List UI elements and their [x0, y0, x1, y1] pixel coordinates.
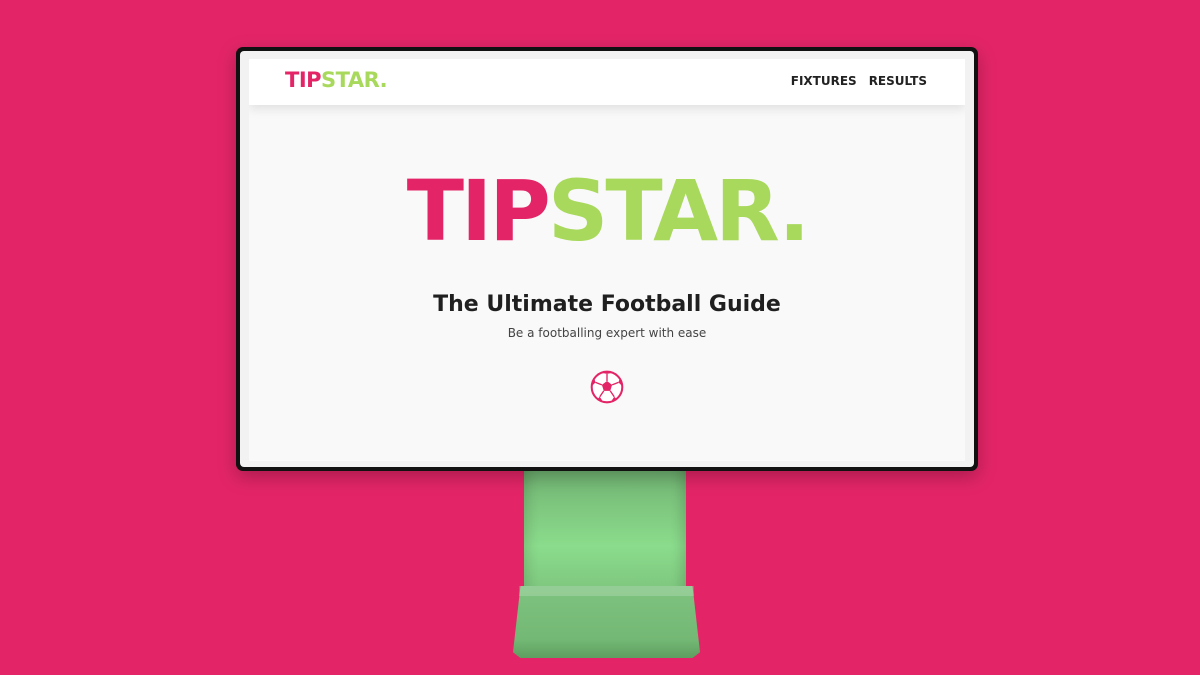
hero-subtitle: Be a footballing expert with ease [507, 326, 707, 340]
nav-links: FIXTURES RESULTS [791, 73, 927, 89]
hero-logo-part1: TIP [406, 162, 551, 260]
nav-logo-part1: TIP [285, 68, 322, 92]
monitor-stand-highlight [519, 586, 694, 596]
nav-logo[interactable]: TIPSTAR. [285, 67, 388, 93]
nav-link-fixtures[interactable]: FIXTURES [791, 73, 857, 89]
hero-title: The Ultimate Football Guide [433, 292, 781, 317]
monitor: TIPSTAR. FIXTURES RESULTS TIPSTAR. The U… [236, 47, 978, 471]
nav-link-results[interactable]: RESULTS [869, 73, 927, 89]
hero-logo-part2: STAR. [547, 162, 810, 260]
monitor-stand-foot [513, 586, 700, 658]
football-icon[interactable] [590, 370, 624, 404]
monitor-stand-neck [524, 462, 686, 598]
monitor-bezel: TIPSTAR. FIXTURES RESULTS TIPSTAR. The U… [240, 51, 974, 467]
nav-logo-part2: STAR. [321, 68, 388, 92]
hero-logo: TIPSTAR. [249, 163, 965, 259]
site-navbar: TIPSTAR. FIXTURES RESULTS [249, 59, 965, 105]
website-screen: TIPSTAR. FIXTURES RESULTS TIPSTAR. The U… [249, 59, 965, 461]
